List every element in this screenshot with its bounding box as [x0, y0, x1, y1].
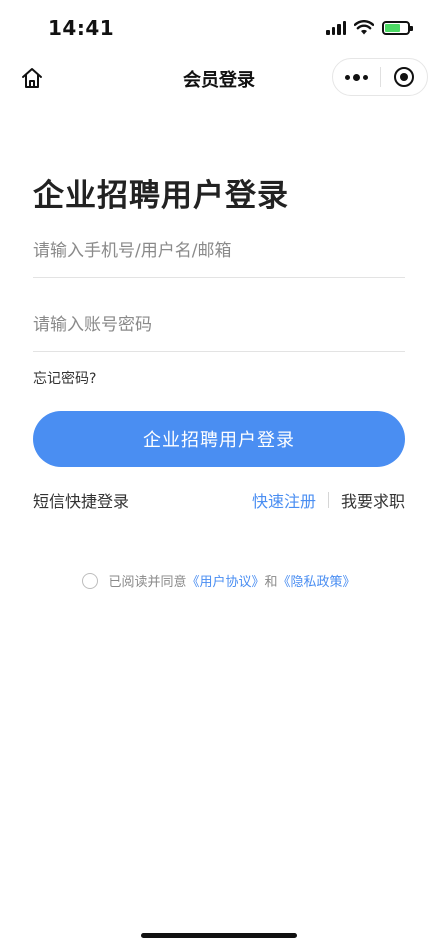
register-link[interactable]: 快速注册 [252, 488, 316, 512]
more-button[interactable] [333, 59, 380, 95]
login-links-row: 短信快捷登录 快速注册 我要求职 [33, 488, 405, 512]
signal-icon [326, 20, 346, 35]
forgot-password-link[interactable]: 忘记密码? [33, 368, 96, 388]
status-time: 14:41 [48, 16, 115, 40]
privacy-policy-link[interactable]: 《隐私政策》 [278, 571, 356, 590]
agree-checkbox[interactable] [82, 572, 99, 589]
wifi-icon [354, 20, 374, 35]
home-indicator[interactable] [141, 933, 297, 938]
mini-program-capsule [332, 58, 428, 96]
agreement-conjunction: 和 [264, 575, 278, 590]
agreement-row: 已阅读并同意 《用户协议》 和 《隐私政策》 [0, 571, 438, 590]
username-field [33, 226, 405, 278]
more-icon [345, 73, 368, 81]
login-title: 企业招聘用户登录 [33, 178, 289, 214]
login-button[interactable]: 企业招聘用户登录 [33, 411, 405, 467]
job-seeker-link[interactable]: 我要求职 [341, 488, 405, 512]
password-input[interactable] [33, 300, 405, 350]
agreement-prefix: 已阅读并同意 [108, 575, 187, 590]
close-target-icon [393, 67, 414, 87]
right-links: 快速注册 我要求职 [252, 488, 405, 512]
username-input[interactable] [33, 226, 405, 276]
links-divider [327, 492, 329, 508]
user-agreement-link[interactable]: 《用户协议》 [186, 571, 264, 590]
close-button[interactable] [381, 59, 427, 95]
status-bar: 14:41 [0, 0, 438, 56]
nav-bar: 会员登录 [0, 56, 438, 100]
sms-login-link[interactable]: 短信快捷登录 [33, 488, 129, 512]
status-icons [326, 20, 413, 35]
password-field [33, 300, 405, 352]
battery-charging-icon [382, 20, 413, 35]
